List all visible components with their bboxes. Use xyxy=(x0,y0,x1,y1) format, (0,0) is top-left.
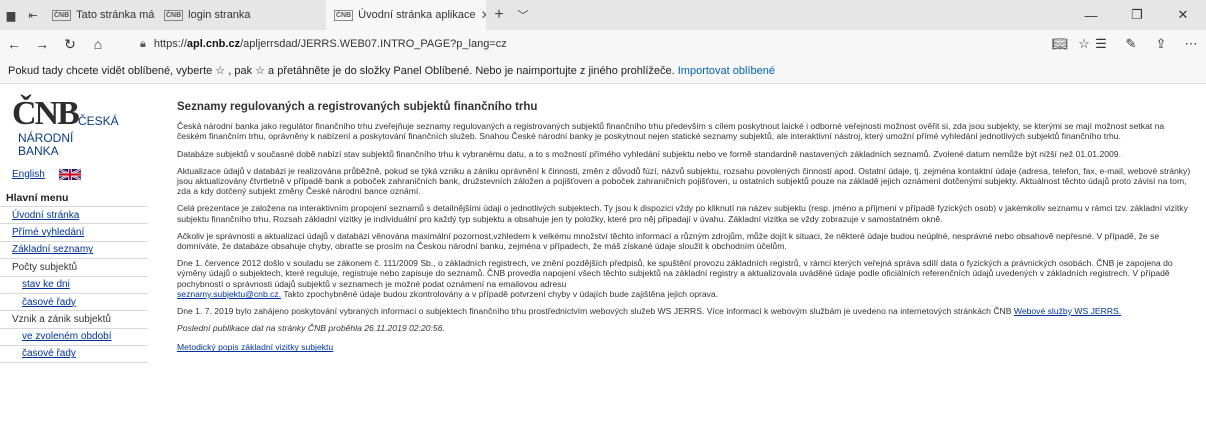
menu-item-casove-rady-pocty[interactable]: časové řady xyxy=(0,292,148,310)
cnb-favicon-icon: ČNB xyxy=(334,9,354,21)
menu-group-label: Počty subjektů xyxy=(12,261,78,273)
logo-line-3: BANKA xyxy=(18,144,59,158)
uk-flag-icon[interactable] xyxy=(58,167,81,181)
logo-line-1: ČESKÁ xyxy=(78,114,119,128)
url-prefix: https:// xyxy=(153,38,187,50)
registers-paragraph: Dne 1. července 2012 došlo v souladu se … xyxy=(177,258,1192,299)
menu-group-vznik-zanik: Vznik a zánik subjektů xyxy=(0,310,148,327)
favorites-bar-prompt: Pokud tady chcete vidět oblíbené, vybert… xyxy=(0,58,1206,84)
url-path: /apljerrsdad/JERRS.WEB07.INTRO_PAGE?p_la… xyxy=(240,38,507,50)
pen-icon[interactable]: ✎ xyxy=(1116,36,1146,52)
registers-text: Dne 1. července 2012 došlo v souladu se … xyxy=(177,258,1173,289)
tab-title: Úvodní stránka aplikace xyxy=(358,9,476,21)
english-link[interactable]: English xyxy=(12,169,45,180)
chevron-down-icon[interactable]: ﹀ xyxy=(512,0,534,30)
menu-link[interactable]: Základní seznamy xyxy=(12,244,93,255)
menu-item-zakladni-seznamy[interactable]: Základní seznamy xyxy=(0,240,148,258)
browser-toolbar: ☰ ✎ ⇪ ⋯ xyxy=(1086,30,1206,58)
tab-actions-icon[interactable]: ▆ xyxy=(0,0,22,30)
intro-paragraph: Česká národní banka jako regulátor finan… xyxy=(177,121,1165,142)
browser-tab-3-active[interactable]: ČNB Úvodní stránka aplikace ✕ xyxy=(326,0,486,30)
web-services-text: Dne 1. 7. 2019 bylo zahájeno poskytování… xyxy=(177,306,1012,317)
menu-link[interactable]: Úvodní stránka xyxy=(12,210,79,221)
presentation-paragraph: Celá prezentace je založena na interakti… xyxy=(177,203,1188,224)
reading-view-icon[interactable]: 📖︎ xyxy=(1048,36,1072,52)
cnb-favicon-icon: ČNB xyxy=(52,9,72,21)
forward-arrow-icon[interactable]: → xyxy=(28,30,56,58)
language-switch: English xyxy=(12,164,81,184)
url-domain: apl.cnb.cz xyxy=(186,38,241,50)
favorites-list-icon[interactable]: ☰ xyxy=(1086,36,1116,52)
menu-link[interactable]: ve zvoleném období xyxy=(22,331,112,342)
menu-item-casove-rady-vznik[interactable]: časové řady xyxy=(0,345,148,363)
logo-mark: ČNB xyxy=(12,95,80,132)
lock-icon: 🔒︎ xyxy=(140,37,146,50)
email-link[interactable]: seznamy.subjektu@cnb.cz. xyxy=(177,289,281,299)
import-favorites-link[interactable]: Importovat oblíbené xyxy=(678,65,775,77)
database-paragraph: Databáze subjektů v současné době nabízí… xyxy=(177,148,1121,159)
favorites-prompt-text: Pokud tady chcete vidět oblíbené, vybert… xyxy=(8,65,675,77)
share-icon[interactable]: ⇪ xyxy=(1146,36,1176,52)
menu-link[interactable]: časové řady xyxy=(22,297,76,308)
restore-icon[interactable]: ❐ xyxy=(1114,0,1160,30)
browser-tab-1[interactable]: ČNB Tato stránka má problémy s xyxy=(44,0,156,30)
page-title: Seznamy regulovaných a registrovaných su… xyxy=(177,101,538,113)
web-services-paragraph: Dne 1. 7. 2019 bylo zahájeno poskytování… xyxy=(177,306,1192,316)
back-arrow-icon[interactable]: ← xyxy=(0,30,28,58)
menu-group-pocty-subjektu: Počty subjektů xyxy=(0,258,148,275)
menu-link[interactable]: časové řady xyxy=(22,348,76,359)
refresh-icon[interactable]: ↻ xyxy=(56,30,84,58)
menu-item-ve-zvolenem-obdobi[interactable]: ve zvoleném období xyxy=(0,327,148,345)
menu-group-label: Vznik a zánik subjektů xyxy=(12,314,111,326)
main-menu: Úvodní stránka Přímé vyhledání Základní … xyxy=(0,206,148,363)
last-publication: Poslední publikace dat na stránky ČNB pr… xyxy=(177,323,445,334)
cnb-favicon-icon: ČNB xyxy=(164,9,184,21)
minimize-icon[interactable]: — xyxy=(1068,0,1114,30)
update-paragraph: Aktualizace údajů v databázi je realizov… xyxy=(177,165,1191,197)
set-tabs-aside-icon[interactable]: ⇤ xyxy=(22,0,44,30)
menu-item-stav-ke-dni[interactable]: stav ke dni xyxy=(0,275,148,293)
tab-title: login stranka xyxy=(188,9,251,21)
browser-tab-2[interactable]: ČNB login stranka xyxy=(156,0,266,30)
disclaimer-paragraph: Ačkoliv je správnosti a aktualizaci údaj… xyxy=(177,230,1160,252)
window-controls: — ❐ ✕ xyxy=(1068,0,1206,30)
registers-tail: Takto zpochybněné údaje budou zkontrolov… xyxy=(281,288,719,299)
menu-link[interactable]: stav ke dni xyxy=(22,279,70,290)
web-services-link[interactable]: Webové služby WS JERRS. xyxy=(1014,306,1121,316)
address-bar-row: ← → ↻ ⌂ 🔒︎ https://apl.cnb.cz/apljerrsda… xyxy=(0,30,1206,58)
new-tab-icon[interactable]: + xyxy=(486,0,512,30)
sidebar: ČNB ČESKÁ NÁRODNÍ BANKA English Hlavní m… xyxy=(0,84,150,446)
close-window-icon[interactable]: ✕ xyxy=(1160,0,1206,30)
main-content: Seznamy regulovaných a registrovaných su… xyxy=(177,94,1192,353)
menu-item-prime-vyhledani[interactable]: Přímé vyhledání xyxy=(0,223,148,240)
browser-tab-strip: ▆ ⇤ ČNB Tato stránka má problémy s ČNB l… xyxy=(0,0,1206,30)
address-bar[interactable]: 🔒︎ https://apl.cnb.cz/apljerrsdad/JERRS.… xyxy=(140,34,880,54)
tab-title: Tato stránka má problémy s xyxy=(76,9,156,21)
cnb-logo[interactable]: ČNB ČESKÁ NÁRODNÍ BANKA xyxy=(12,94,142,164)
menu-item-uvodni-stranka[interactable]: Úvodní stránka xyxy=(0,206,148,223)
menu-link[interactable]: Přímé vyhledání xyxy=(12,227,84,238)
home-icon[interactable]: ⌂ xyxy=(84,30,112,58)
main-menu-heading: Hlavní menu xyxy=(6,192,69,204)
methodology-link[interactable]: Metodický popis základní vizitky subjekt… xyxy=(177,342,1192,352)
more-icon[interactable]: ⋯ xyxy=(1176,36,1206,52)
